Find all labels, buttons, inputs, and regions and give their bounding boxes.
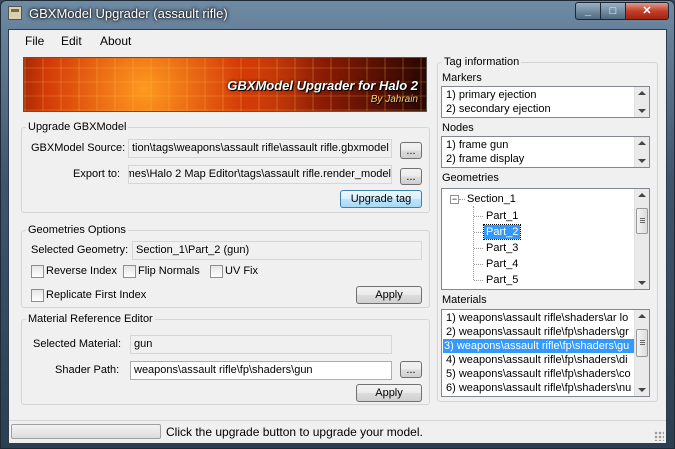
tree-node-part[interactable]: Part_1 bbox=[484, 209, 520, 223]
shader-path-label: Shader Path: bbox=[55, 364, 120, 376]
shader-browse-button[interactable]: ... bbox=[400, 361, 422, 378]
materials-scrollbar[interactable] bbox=[634, 310, 649, 396]
selected-material-field: gun bbox=[130, 335, 392, 354]
source-browse-button[interactable]: ... bbox=[400, 142, 422, 159]
uv-fix-label[interactable]: UV Fix bbox=[225, 265, 258, 277]
menu-edit[interactable]: Edit bbox=[61, 34, 82, 48]
resize-grip-icon[interactable] bbox=[654, 431, 664, 441]
status-bar: Click the upgrade button to upgrade your… bbox=[9, 420, 666, 443]
selected-material-label: Selected Material: bbox=[33, 338, 122, 350]
minimize-button[interactable]: _ bbox=[575, 2, 601, 20]
geometries-scrollbar[interactable] bbox=[634, 189, 649, 289]
nodes-list[interactable]: 1) frame gun 2) frame display bbox=[441, 136, 650, 168]
list-item[interactable]: 2) weapons\assault rifle\fp\shaders\gr bbox=[445, 325, 630, 339]
geometries-tree[interactable]: − Section_1 Part_1 Part_2 Part_3 Part_4 … bbox=[441, 188, 650, 290]
list-item[interactable]: 5) weapons\assault rifle\fp\shaders\co bbox=[445, 367, 632, 381]
title-bar[interactable]: GBXModel Upgrader (assault rifle) _ □ ✕ bbox=[1, 1, 674, 27]
collapse-icon[interactable]: − bbox=[450, 195, 459, 204]
list-item[interactable]: 1) primary ejection bbox=[445, 88, 537, 102]
tree-node-part[interactable]: Part_5 bbox=[484, 273, 520, 287]
nodes-scrollbar[interactable] bbox=[634, 137, 649, 167]
tree-node-part-selected[interactable]: Part_2 bbox=[482, 224, 522, 240]
material-apply-button[interactable]: Apply bbox=[356, 384, 422, 402]
materials-list[interactable]: 1) weapons\assault rifle\shaders\ar lo 2… bbox=[441, 309, 650, 397]
scroll-down-icon[interactable] bbox=[638, 109, 646, 113]
banner-subtitle: By Jahrain bbox=[370, 94, 418, 105]
reverse-index-checkbox[interactable] bbox=[31, 265, 44, 278]
tree-connector bbox=[474, 280, 483, 281]
reverse-index-label[interactable]: Reverse Index bbox=[46, 265, 117, 277]
markers-scrollbar[interactable] bbox=[634, 87, 649, 117]
scroll-down-icon[interactable] bbox=[638, 159, 646, 163]
scroll-up-icon[interactable] bbox=[638, 91, 646, 95]
list-item-selected[interactable]: 3) weapons\assault rifle\fp\shaders\gu bbox=[443, 339, 635, 353]
scroll-down-icon[interactable] bbox=[638, 281, 646, 285]
tag-information-title: Tag information bbox=[444, 56, 520, 68]
markers-list[interactable]: 1) primary ejection 2) secondary ejectio… bbox=[441, 86, 650, 118]
source-path-field[interactable]: tion\tags\weapons\assault rifle\assault … bbox=[128, 139, 392, 158]
selected-material-value: gun bbox=[134, 338, 153, 350]
tree-node-part[interactable]: Part_4 bbox=[484, 257, 520, 271]
status-message: Click the upgrade button to upgrade your… bbox=[166, 425, 423, 439]
menu-bar: File Edit About bbox=[9, 30, 666, 52]
tree-node-section[interactable]: Section_1 bbox=[465, 192, 518, 206]
export-path-field[interactable]: mes\Halo 2 Map Editor\tags\assault rifle… bbox=[128, 165, 392, 184]
scroll-up-icon[interactable] bbox=[638, 141, 646, 145]
export-label: Export to: bbox=[73, 168, 121, 180]
close-button[interactable]: ✕ bbox=[625, 2, 669, 20]
export-path-value: mes\Halo 2 Map Editor\tags\assault rifle… bbox=[128, 168, 391, 180]
geometry-apply-button[interactable]: Apply bbox=[356, 286, 422, 304]
upgrade-group-title: Upgrade GBXModel bbox=[28, 121, 127, 133]
flip-normals-checkbox[interactable] bbox=[123, 265, 136, 278]
geometries-options-title: Geometries Options bbox=[28, 224, 126, 236]
tree-connector bbox=[474, 232, 483, 233]
scroll-up-icon[interactable] bbox=[638, 314, 646, 318]
list-item[interactable]: 2) frame display bbox=[445, 152, 525, 166]
replicate-first-index-label[interactable]: Replicate First Index bbox=[46, 289, 146, 301]
list-item[interactable]: 1) weapons\assault rifle\shaders\ar lo bbox=[445, 311, 629, 325]
list-item[interactable]: 6) weapons\assault rifle\fp\shaders\nu bbox=[445, 381, 632, 395]
upgrade-tag-button[interactable]: Upgrade tag bbox=[340, 190, 422, 208]
geometries-label: Geometries bbox=[442, 172, 499, 184]
menu-file[interactable]: File bbox=[25, 34, 44, 48]
app-icon bbox=[8, 6, 22, 20]
scroll-thumb[interactable] bbox=[636, 329, 648, 357]
banner-title: GBXModel Upgrader for Halo 2 bbox=[227, 78, 418, 93]
scroll-thumb[interactable] bbox=[636, 208, 648, 234]
flip-normals-label[interactable]: Flip Normals bbox=[138, 265, 200, 277]
shader-path-value: weapons\assault rifle\fp\shaders\gun bbox=[134, 364, 313, 376]
shader-path-input[interactable]: weapons\assault rifle\fp\shaders\gun bbox=[130, 361, 392, 380]
scroll-down-icon[interactable] bbox=[638, 388, 646, 392]
source-path-value: tion\tags\weapons\assault rifle\assault … bbox=[132, 142, 389, 154]
tree-connector bbox=[474, 248, 483, 249]
tree-connector bbox=[473, 206, 474, 280]
material-editor-title: Material Reference Editor bbox=[28, 313, 153, 325]
upgrade-progress-bar bbox=[11, 424, 161, 439]
list-item[interactable]: 1) frame gun bbox=[445, 138, 509, 152]
replicate-first-index-checkbox[interactable] bbox=[31, 289, 44, 302]
client-area: File Edit About GBXModel Upgrader for Ha… bbox=[8, 29, 667, 443]
selected-geometry-value: Section_1\Part_2 (gun) bbox=[136, 244, 250, 256]
uv-fix-checkbox[interactable] bbox=[210, 265, 223, 278]
menu-about[interactable]: About bbox=[100, 34, 131, 48]
window-title: GBXModel Upgrader (assault rifle) bbox=[29, 6, 228, 21]
nodes-label: Nodes bbox=[442, 122, 474, 134]
selected-geometry-field: Section_1\Part_2 (gun) bbox=[132, 241, 422, 260]
app-window: GBXModel Upgrader (assault rifle) _ □ ✕ … bbox=[0, 0, 675, 449]
list-item[interactable]: 4) weapons\assault rifle\fp\shaders\di bbox=[445, 353, 629, 367]
selected-geometry-label: Selected Geometry: bbox=[31, 244, 129, 256]
scroll-up-icon[interactable] bbox=[638, 193, 646, 197]
source-label: GBXModel Source: bbox=[31, 142, 126, 154]
list-item[interactable]: 2) secondary ejection bbox=[445, 102, 552, 116]
header-banner: GBXModel Upgrader for Halo 2 By Jahrain bbox=[23, 57, 427, 112]
markers-label: Markers bbox=[442, 72, 482, 84]
maximize-button[interactable]: □ bbox=[600, 2, 626, 20]
tree-connector bbox=[474, 216, 483, 217]
tree-connector bbox=[474, 264, 483, 265]
materials-label: Materials bbox=[442, 294, 487, 306]
export-browse-button[interactable]: ... bbox=[400, 168, 422, 185]
tree-node-part[interactable]: Part_3 bbox=[484, 241, 520, 255]
